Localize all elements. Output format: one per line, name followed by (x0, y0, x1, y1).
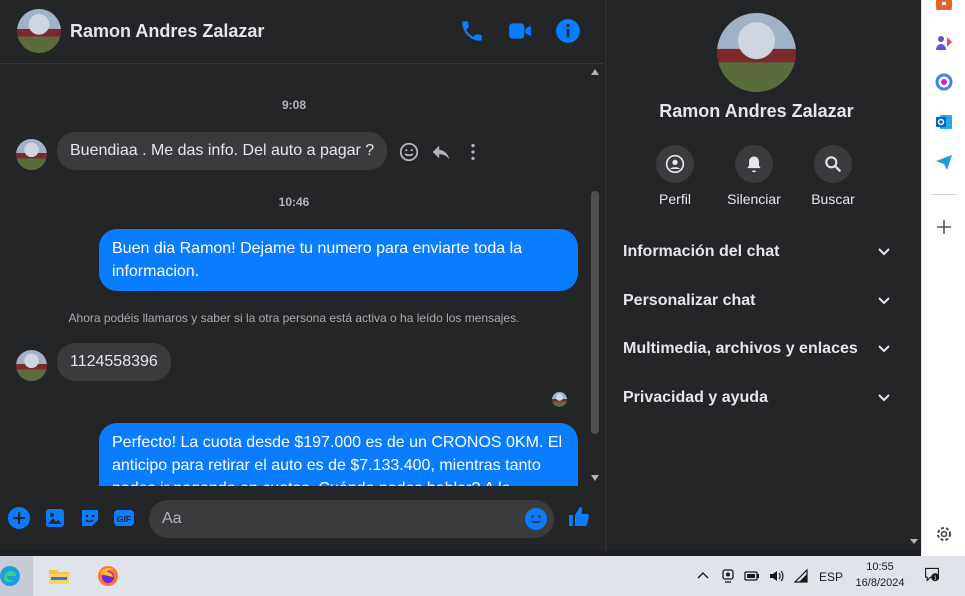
send-icon[interactable] (934, 152, 954, 172)
more-options-icon[interactable] (462, 141, 484, 163)
composer-bar: GIF (0, 486, 604, 550)
svg-text:GIF: GIF (117, 514, 131, 524)
browser-sidebar (921, 0, 965, 556)
message-bubble-incoming[interactable]: 1124558396 (57, 343, 171, 381)
react-emoji-icon[interactable] (398, 141, 420, 163)
message-input[interactable] (162, 500, 512, 538)
chevron-down-icon (878, 394, 890, 402)
sender-avatar (16, 139, 47, 170)
section-label: Multimedia, archivos y enlaces (623, 340, 858, 357)
file-explorer-icon[interactable] (35, 556, 83, 596)
message-bubble-outgoing[interactable]: Perfecto! La cuota desde $197.000 es de … (99, 423, 578, 486)
mute-button[interactable] (735, 145, 773, 183)
contact-avatar[interactable] (17, 9, 61, 53)
copilot-icon[interactable] (934, 72, 954, 92)
info-scrollbar[interactable] (906, 0, 921, 550)
scroll-up-arrow[interactable] (591, 69, 599, 75)
profile-avatar[interactable] (717, 13, 796, 92)
chevron-up-icon[interactable] (695, 568, 711, 584)
chevron-down-icon (878, 297, 890, 305)
bell-icon (747, 156, 761, 173)
emoji-icon[interactable] (524, 507, 548, 531)
scroll-down-arrow[interactable] (910, 539, 918, 544)
games-icon[interactable] (934, 33, 954, 53)
profile-label: Perfil (659, 191, 691, 207)
like-icon[interactable] (567, 505, 593, 531)
phone-icon[interactable] (459, 18, 485, 44)
profile-name: Ramon Andres Zalazar (659, 101, 854, 121)
add-icon[interactable] (934, 217, 954, 237)
photo-icon[interactable] (43, 506, 67, 530)
section-label: Personalizar chat (623, 292, 756, 309)
profile-action[interactable]: Perfil (635, 145, 715, 207)
timestamp: 9:08 (281, 98, 307, 112)
section-privacy[interactable]: Privacidad y ayuda (623, 384, 891, 412)
search-button[interactable] (814, 145, 852, 183)
notification-count: 1 (934, 576, 937, 582)
reply-icon[interactable] (430, 141, 452, 163)
language-indicator[interactable]: ESP (819, 570, 843, 584)
clock-time: 10:55 (866, 561, 894, 573)
chevron-down-icon (878, 248, 890, 256)
app-window: Ramon Andres Zalazar 9:08 Buendiaa . Me … (0, 0, 965, 596)
sticker-icon[interactable] (78, 506, 102, 530)
search-icon (825, 156, 841, 172)
message-bubble-incoming[interactable]: Buendiaa . Me das info. Del auto a pagar… (57, 132, 388, 170)
firefox-icon[interactable] (84, 556, 132, 596)
message-input-box[interactable] (149, 500, 554, 538)
profile-button[interactable] (656, 145, 694, 183)
mute-label: Silenciar (727, 191, 781, 207)
edge-taskbar-icon[interactable] (0, 556, 33, 596)
settings-gear-icon[interactable] (934, 524, 954, 544)
volume-icon[interactable] (768, 568, 784, 584)
messages-scrollbar[interactable] (588, 65, 602, 486)
clock-date: 16/8/2024 (855, 577, 905, 589)
system-notice: Ahora podéis llamaros y saber si la otra… (68, 311, 520, 325)
battery-icon[interactable] (744, 568, 760, 584)
outlook-icon[interactable] (934, 112, 954, 132)
message-actions (398, 141, 484, 163)
sidebar-divider (932, 194, 956, 195)
timestamp: 10:46 (278, 195, 310, 209)
section-label: Información del chat (623, 243, 780, 260)
search-label: Buscar (811, 191, 855, 207)
sender-avatar (16, 350, 47, 381)
video-call-icon[interactable] (507, 18, 533, 44)
webcam-icon[interactable] (720, 568, 736, 584)
notification-center-icon[interactable]: 1 (924, 566, 944, 586)
search-action[interactable]: Buscar (793, 145, 873, 207)
scroll-thumb[interactable] (591, 191, 599, 434)
scroll-down-arrow[interactable] (591, 475, 599, 481)
chat-header: Ramon Andres Zalazar (0, 0, 604, 64)
message-bubble-outgoing[interactable]: Buen dia Ramon! Dejame tu numero para en… (99, 229, 578, 291)
toolbox-icon[interactable] (934, 0, 954, 14)
message-list[interactable]: 9:08 Buendiaa . Me das info. Del auto a … (0, 65, 588, 486)
chat-info-panel: Ramon Andres Zalazar Perfil Silenciar Bu… (605, 0, 921, 550)
mute-action[interactable]: Silenciar (714, 145, 794, 207)
section-label: Privacidad y ayuda (623, 389, 768, 406)
contact-name[interactable]: Ramon Andres Zalazar (70, 21, 264, 42)
system-clock[interactable]: 10:55 16/8/2024 (848, 559, 912, 591)
chat-pane: Ramon Andres Zalazar 9:08 Buendiaa . Me … (0, 0, 604, 550)
read-receipt-avatar (552, 392, 567, 407)
plus-icon[interactable] (7, 506, 31, 530)
windows-taskbar: ESP 10:55 16/8/2024 1 (0, 556, 965, 596)
gif-icon[interactable]: GIF (112, 506, 136, 530)
section-media-files[interactable]: Multimedia, archivos y enlaces (623, 335, 891, 363)
user-icon (665, 154, 685, 174)
section-customize-chat[interactable]: Personalizar chat (623, 287, 891, 315)
wifi-icon[interactable] (793, 568, 809, 584)
info-icon[interactable] (555, 18, 581, 44)
chevron-down-icon (878, 345, 890, 353)
section-chat-info[interactable]: Información del chat (623, 238, 891, 266)
